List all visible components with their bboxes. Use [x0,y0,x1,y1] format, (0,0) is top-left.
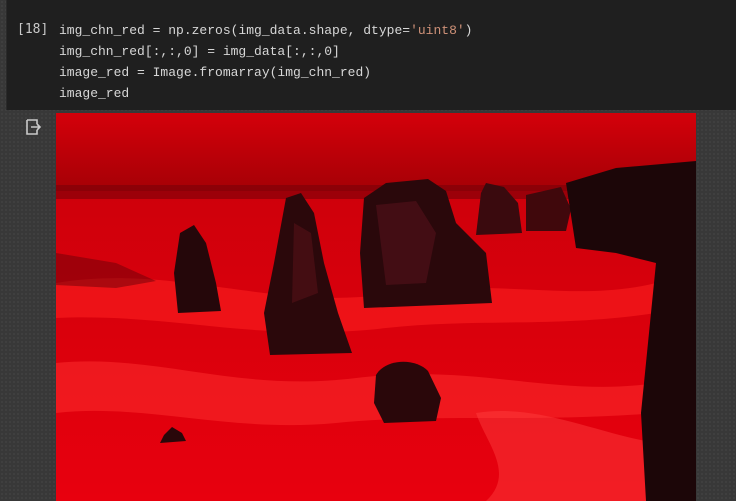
coastline-photo [56,113,696,501]
output-redirect-icon[interactable] [24,118,42,136]
code-editor[interactable]: img_chn_red = np.zeros(img_data.shape, d… [59,20,472,104]
output-area [0,110,736,501]
code-cell[interactable]: [18] img_chn_red = np.zeros(img_data.sha… [6,0,736,110]
code-line-2: img_chn_red[:,:,0] = img_data[:,:,0] [59,44,340,59]
code-line-4: image_red [59,86,130,101]
code-line-3: image_red = Image.fromarray(img_chn_red) [59,65,372,80]
output-image-red-channel [56,113,696,501]
execution-count: [18] [17,22,49,37]
code-line-1: img_chn_red = np.zeros(img_data.shape, d… [59,23,473,38]
